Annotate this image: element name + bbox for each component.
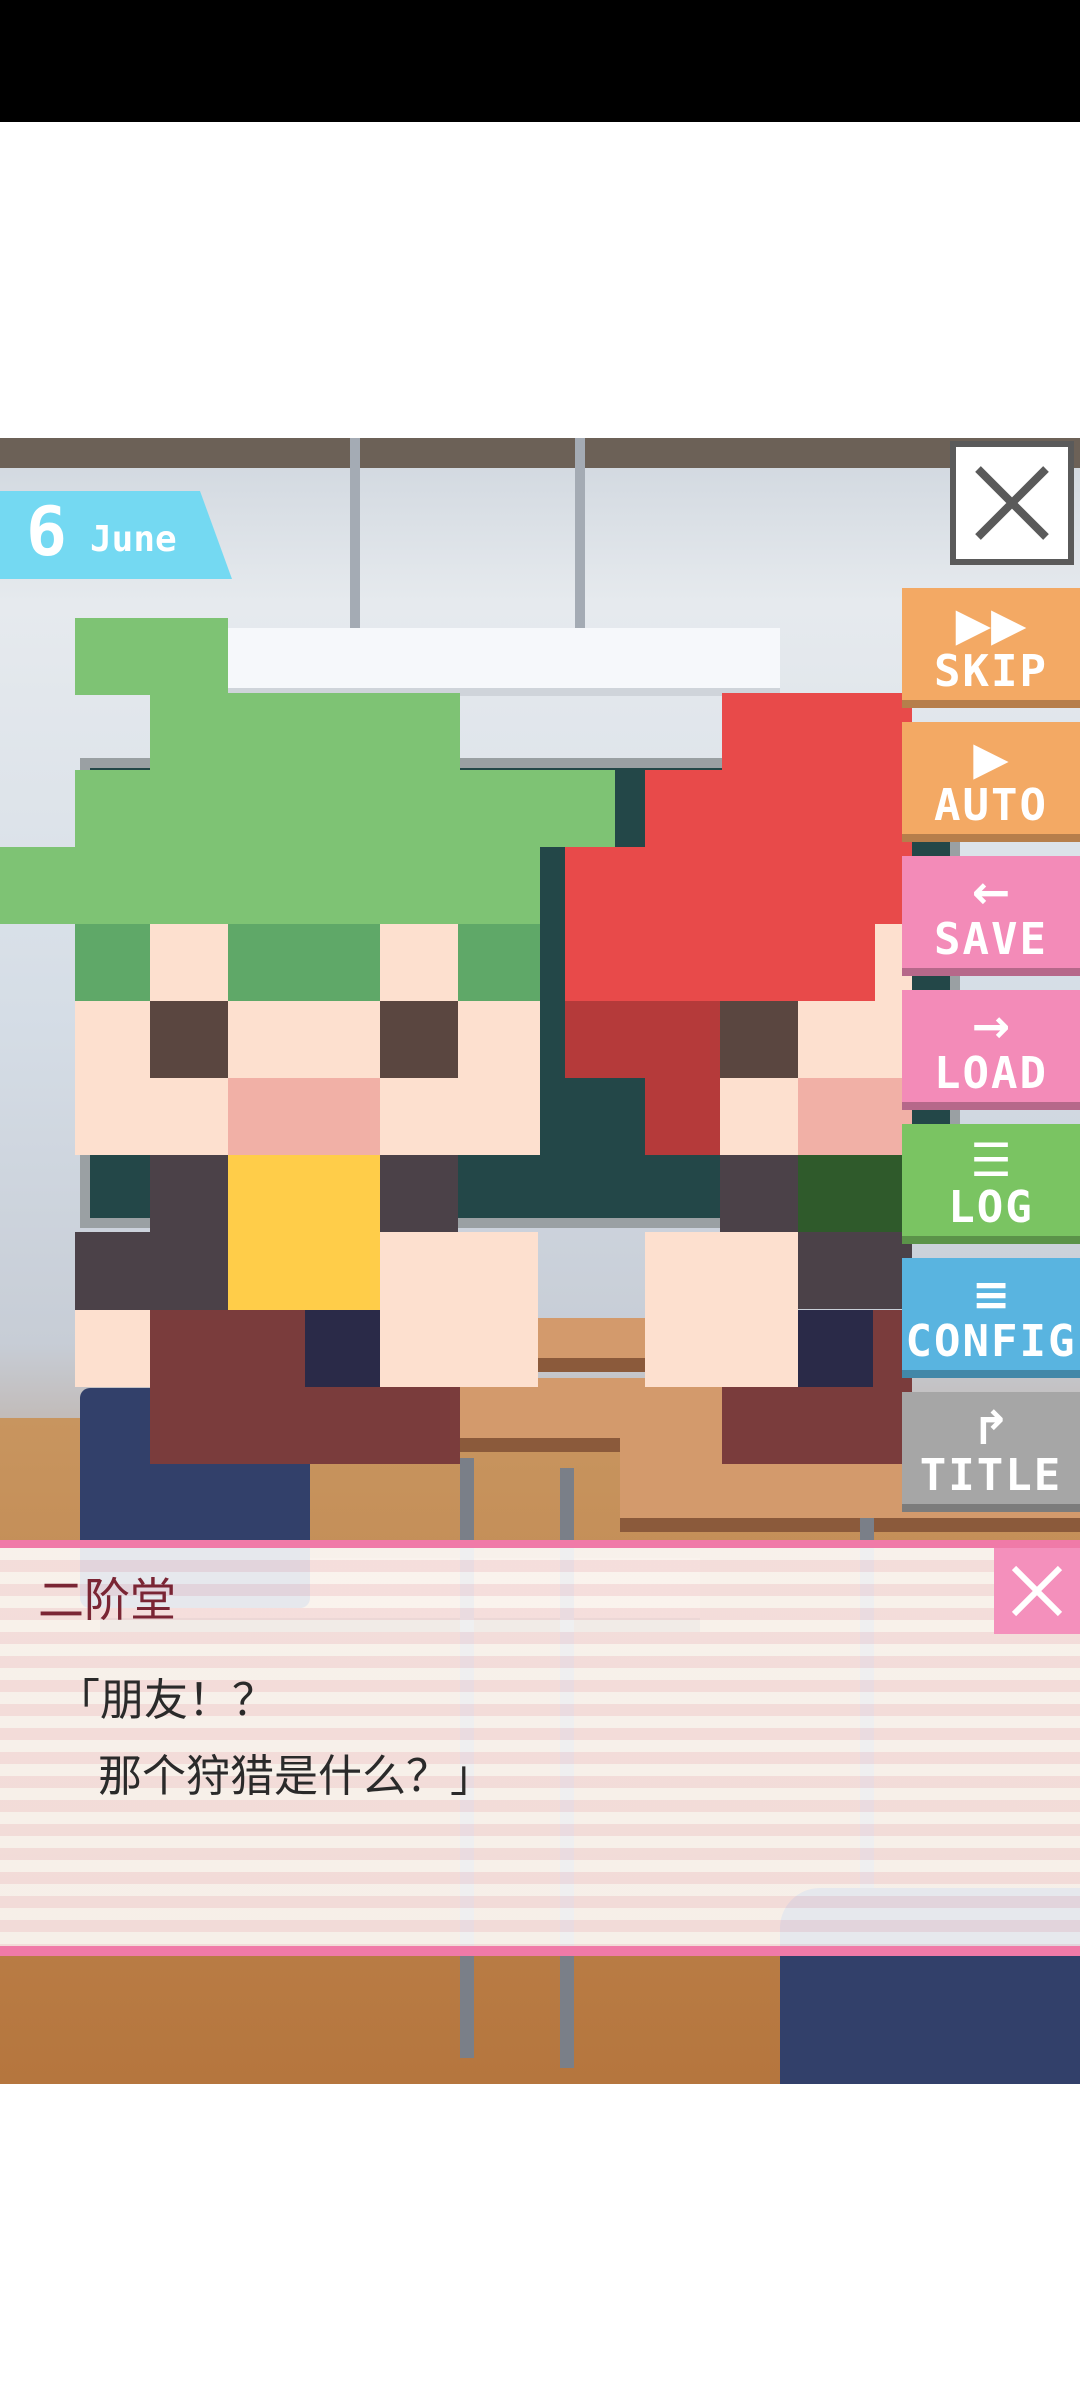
hide-dialog-button[interactable] [994, 1548, 1080, 1634]
title-button[interactable]: ↱ TITLE [902, 1392, 1080, 1512]
auto-label: AUTO [934, 780, 1048, 831]
ceiling [0, 438, 1080, 468]
red-hair-character [565, 693, 912, 1464]
skip-button[interactable]: ▶▶ SKIP [902, 588, 1080, 708]
load-button[interactable]: → LOAD [902, 990, 1080, 1110]
save-button[interactable]: ← SAVE [902, 856, 1080, 976]
load-icon: → [971, 999, 1011, 1053]
config-icon: ≡ [971, 1267, 1011, 1321]
log-icon: ☰ [970, 1133, 1012, 1187]
dialog-line-2: 那个狩猎是什么？」 [98, 1751, 494, 1802]
close-icon [1011, 1565, 1063, 1617]
dialog-line-1: 「朋友！？ [56, 1675, 276, 1726]
save-icon: ← [971, 865, 1011, 919]
close-button[interactable] [950, 441, 1074, 565]
log-label: LOG [948, 1182, 1034, 1233]
date-tag: 6 June [0, 491, 232, 579]
speaker-name: 二阶堂 [38, 1573, 176, 1627]
pixel-characters [0, 618, 912, 1464]
status-bar [0, 0, 1080, 122]
skip-label: SKIP [934, 646, 1048, 697]
load-label: LOAD [934, 1048, 1048, 1099]
dialog-box[interactable]: 二阶堂 「朋友！？ 那个狩猎是什么？」 [0, 1540, 1080, 1956]
date-day: 6 [26, 493, 67, 572]
close-icon [975, 466, 1049, 540]
save-label: SAVE [934, 914, 1048, 965]
title-label: TITLE [919, 1450, 1063, 1501]
title-icon: ↱ [971, 1401, 1011, 1455]
auto-button[interactable]: ▶ AUTO [902, 722, 1080, 842]
green-hair-character [0, 618, 615, 1464]
log-button[interactable]: ☰ LOG [902, 1124, 1080, 1244]
skip-icon: ▶▶ [955, 597, 1027, 651]
date-month: June [90, 519, 177, 560]
auto-icon: ▶ [973, 731, 1009, 785]
config-button[interactable]: ≡ CONFIG [902, 1258, 1080, 1378]
config-label: CONFIG [905, 1316, 1077, 1367]
